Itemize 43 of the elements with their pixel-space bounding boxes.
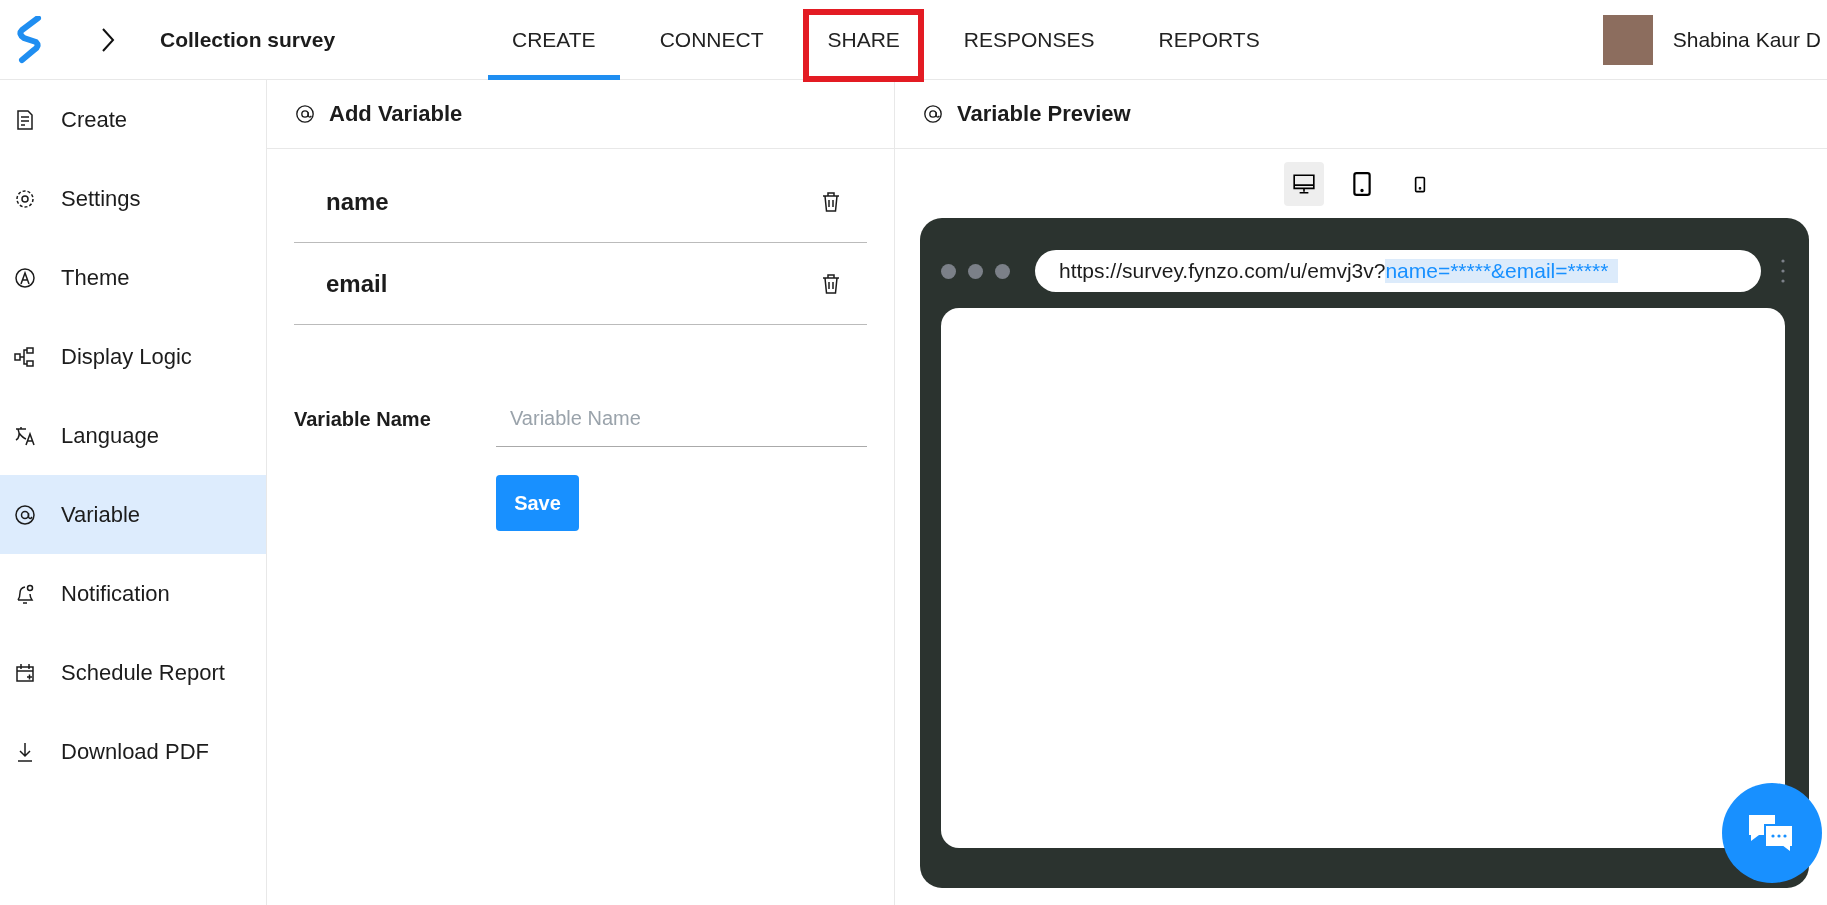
sidebar-item[interactable]: Create — [0, 80, 266, 159]
trash-icon[interactable] — [821, 272, 841, 295]
trash-icon[interactable] — [821, 190, 841, 213]
at-sign-icon — [14, 503, 36, 526]
at-sign-icon — [295, 104, 315, 124]
survey-title: Collection survey — [160, 27, 337, 52]
calendar-icon — [14, 661, 36, 684]
sidebar-item[interactable]: Schedule Report — [0, 633, 266, 712]
window-dot — [968, 263, 983, 279]
translate-icon — [14, 424, 36, 447]
nav-tab[interactable]: CONNECT — [635, 0, 788, 80]
nav-tab[interactable]: REPORTS — [1134, 0, 1284, 80]
sidebar-item[interactable]: Language — [0, 396, 266, 475]
panel-title: Variable Preview — [957, 101, 1131, 127]
nav-tab[interactable]: SHARE — [803, 0, 924, 80]
kebab-menu-icon[interactable] — [1781, 258, 1785, 284]
sidebar-item[interactable]: Download PDF — [0, 712, 266, 791]
sidebar-item[interactable]: Display Logic — [0, 317, 266, 396]
field-label: Variable Name — [294, 407, 432, 431]
sidebar-item[interactable]: Variable — [0, 475, 266, 554]
url-base: https://survey.fynzo.com/u/emvj3v? — [1059, 259, 1386, 283]
sidebar-item[interactable]: Notification — [0, 554, 266, 633]
nav-tab[interactable]: RESPONSES — [939, 0, 1119, 80]
user-name[interactable]: Shabina Kaur D — [1672, 27, 1821, 52]
variable-name: email — [326, 269, 388, 298]
nav-tab[interactable]: CREATE — [488, 0, 620, 80]
window-dot — [941, 263, 956, 279]
flowchart-icon — [14, 345, 36, 368]
chevron-right-icon[interactable] — [100, 26, 116, 53]
monitor-icon — [1291, 172, 1316, 196]
sidebar-item[interactable]: Theme — [0, 238, 266, 317]
at-sign-icon — [923, 104, 943, 124]
sidebar-item[interactable]: Settings — [0, 159, 266, 238]
url-params: name=*****&email=***** — [1385, 259, 1619, 283]
avatar-photo[interactable] — [1602, 14, 1653, 65]
variable-name: name — [326, 187, 389, 216]
settings-icon — [14, 187, 36, 210]
document-icon — [14, 108, 36, 131]
device-toggle[interactable] — [1283, 162, 1324, 206]
bell-icon — [14, 582, 36, 605]
panel-title: Add Variable — [329, 101, 463, 127]
window-dot — [995, 263, 1010, 279]
circle-letter-icon — [14, 266, 36, 289]
